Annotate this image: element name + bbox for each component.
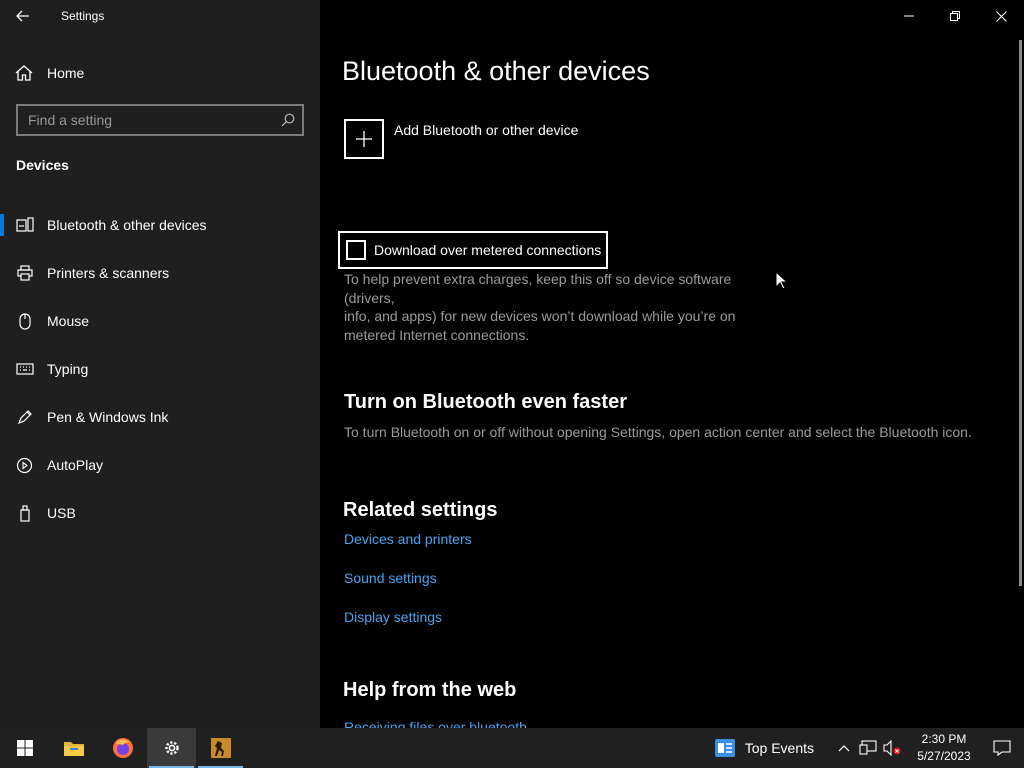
devices-nav: Bluetooth & other devices Printers & sca…: [0, 201, 320, 537]
sidebar-item-label: Bluetooth & other devices: [47, 217, 207, 233]
window-controls: [886, 0, 1024, 32]
sidebar-item-label: Typing: [47, 361, 89, 377]
metered-description-line: info, and apps) for new devices won’t do…: [344, 308, 736, 324]
close-button[interactable]: [978, 0, 1024, 32]
mouse-cursor-icon: [775, 271, 787, 290]
settings-sidebar: Settings Home Devices Bluetooth & other …: [0, 0, 320, 728]
scrollbar[interactable]: [1019, 40, 1022, 586]
printer-icon: [0, 265, 47, 281]
home-icon: [0, 65, 47, 81]
metered-description: To help prevent extra charges, keep this…: [344, 270, 784, 344]
related-settings-heading: Related settings: [343, 499, 498, 521]
main-content: Bluetooth & other devices Add Bluetooth …: [320, 0, 1024, 728]
sidebar-item-usb[interactable]: USB: [0, 489, 320, 537]
gear-icon: [164, 741, 179, 755]
faster-heading: Turn on Bluetooth even faster: [344, 391, 627, 413]
sidebar-item-label: USB: [47, 505, 76, 521]
system-tray: Top Events 2:30 PM 5/27/2023: [714, 728, 1024, 768]
sound-settings-link[interactable]: Sound settings: [344, 570, 437, 586]
taskbar: Top Events 2:30 PM 5/27/2023: [0, 728, 1024, 768]
help-from-web-heading: Help from the web: [343, 679, 517, 701]
add-device-label: Add Bluetooth or other device: [394, 122, 579, 138]
app-title: Settings: [61, 9, 105, 23]
search-input[interactable]: [28, 112, 274, 128]
close-icon: [995, 10, 1007, 22]
notification-icon: [993, 740, 1011, 756]
metered-checkbox-label: Download over metered connections: [374, 242, 602, 258]
widgets-label: Top Events: [744, 740, 814, 756]
home-label: Home: [47, 65, 85, 81]
action-center-button[interactable]: [980, 740, 1024, 756]
mouse-icon: [0, 312, 47, 330]
title-bar: Settings: [0, 0, 320, 32]
sidebar-item-label: Printers & scanners: [47, 265, 170, 281]
sidebar-item-autoplay[interactable]: AutoPlay: [0, 441, 320, 489]
sidebar-item-label: Pen & Windows Ink: [47, 409, 169, 425]
sidebar-item-bluetooth[interactable]: Bluetooth & other devices: [0, 201, 320, 249]
show-hidden-icons-button[interactable]: [832, 744, 856, 752]
chevron-up-icon: [838, 745, 850, 752]
folder-icon: [63, 742, 84, 756]
clock-time: 2:30 PM: [921, 732, 967, 746]
news-widget-icon: [714, 739, 735, 757]
sidebar-item-typing[interactable]: Typing: [0, 345, 320, 393]
volume-button[interactable]: [880, 740, 904, 756]
widgets-button[interactable]: Top Events: [714, 739, 814, 757]
windows-logo-icon: [16, 740, 33, 756]
checkbox-box[interactable]: [346, 240, 366, 260]
sidebar-item-mouse[interactable]: Mouse: [0, 297, 320, 345]
home-nav-item[interactable]: Home: [0, 57, 320, 89]
game-taskbar-button[interactable]: [196, 728, 245, 768]
sidebar-item-label: Mouse: [47, 313, 90, 329]
back-arrow-icon: [16, 10, 29, 22]
clock[interactable]: 2:30 PM 5/27/2023: [908, 731, 980, 765]
pen-icon: [0, 409, 47, 425]
autoplay-icon: [0, 457, 47, 474]
display-settings-link[interactable]: Display settings: [344, 609, 442, 625]
network-icon: [859, 740, 877, 755]
restore-button[interactable]: [932, 0, 978, 32]
start-button[interactable]: [0, 728, 49, 768]
file-explorer-button[interactable]: [49, 728, 98, 768]
keyboard-icon: [0, 363, 47, 375]
firefox-button[interactable]: [98, 728, 147, 768]
metered-description-line: To help prevent extra charges, keep this…: [344, 271, 732, 306]
sidebar-item-label: AutoPlay: [47, 457, 104, 473]
clock-date: 5/27/2023: [917, 749, 971, 763]
metered-description-line: metered Internet connections.: [344, 326, 530, 343]
search-icon[interactable]: [274, 113, 302, 127]
settings-taskbar-button[interactable]: [147, 728, 196, 768]
section-header-devices: Devices: [16, 157, 69, 173]
metered-connections-checkbox[interactable]: Download over metered connections: [338, 231, 608, 269]
search-box[interactable]: [16, 104, 304, 136]
sidebar-item-printers[interactable]: Printers & scanners: [0, 249, 320, 297]
minimize-icon: [904, 15, 914, 17]
bluetooth-devices-icon: [0, 217, 47, 233]
firefox-icon: [112, 738, 133, 758]
page-title: Bluetooth & other devices: [342, 56, 650, 86]
game-app-icon: [210, 738, 231, 758]
plus-icon: [344, 119, 384, 159]
network-button[interactable]: [856, 740, 880, 756]
usb-icon: [0, 504, 47, 522]
receiving-files-link[interactable]: Receiving files over bluetooth: [344, 719, 527, 728]
sidebar-item-pen[interactable]: Pen & Windows Ink: [0, 393, 320, 441]
back-button[interactable]: [0, 0, 46, 32]
add-device-button[interactable]: Add Bluetooth or other device: [344, 119, 578, 159]
faster-description: To turn Bluetooth on or off without open…: [344, 424, 972, 440]
restore-icon: [950, 11, 960, 21]
devices-and-printers-link[interactable]: Devices and printers: [344, 531, 472, 547]
volume-muted-icon: [883, 740, 901, 756]
minimize-button[interactable]: [886, 0, 932, 32]
